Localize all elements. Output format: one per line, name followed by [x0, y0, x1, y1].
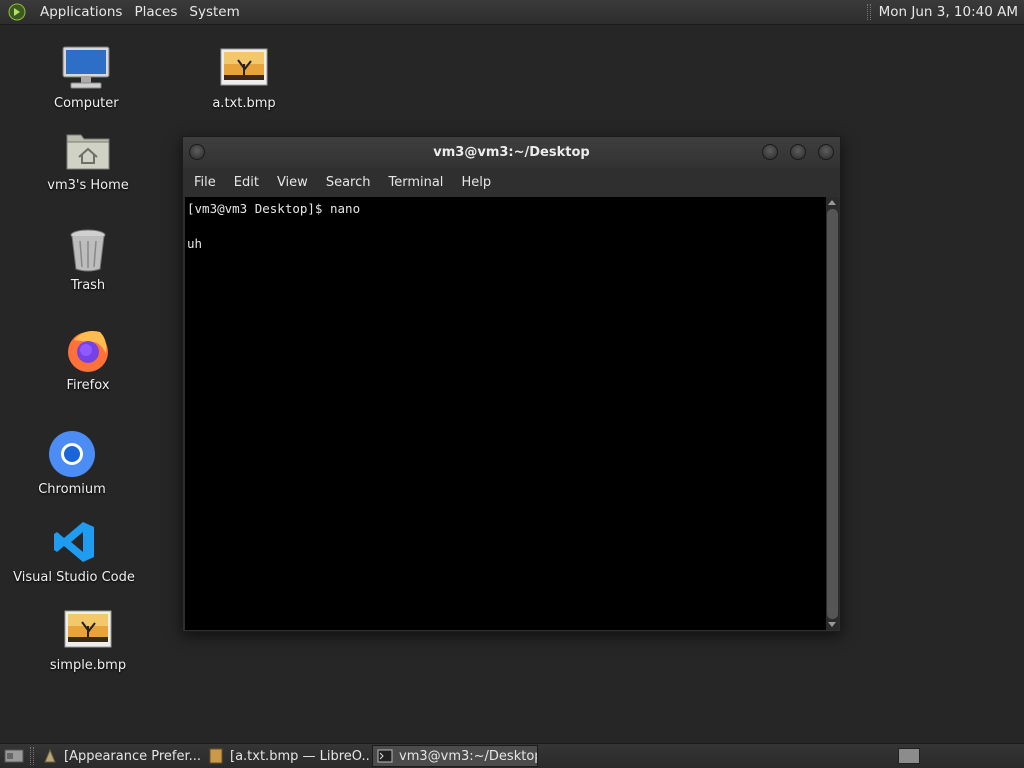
clock[interactable]: Mon Jun 3, 10:40 AM: [879, 4, 1024, 20]
desktop-icon-label: Firefox: [66, 378, 110, 393]
computer-icon: [60, 44, 112, 92]
desktop-icon-computer[interactable]: Computer: [54, 44, 119, 111]
image-file-icon: [62, 606, 114, 654]
show-desktop-button[interactable]: [2, 746, 26, 766]
terminal-line: uh: [187, 236, 203, 251]
menu-help[interactable]: Help: [452, 175, 500, 190]
desktop-icon-label: a.txt.bmp: [212, 96, 276, 111]
firefox-icon: [62, 326, 114, 374]
terminal-scrollbar[interactable]: [826, 197, 839, 630]
scroll-up-arrow-icon[interactable]: [828, 200, 836, 205]
terminal-icon: [377, 749, 393, 763]
places-menu[interactable]: Places: [128, 4, 183, 20]
image-document-icon: [209, 748, 223, 764]
panel-separator: [30, 747, 34, 765]
minimize-button[interactable]: [762, 144, 778, 160]
desktop-icon-firefox[interactable]: Firefox: [48, 326, 128, 393]
terminal-titlebar[interactable]: vm3@vm3:~/Desktop: [183, 137, 840, 168]
applications-menu[interactable]: Applications: [34, 4, 128, 20]
taskbar-item-libreoffice[interactable]: [a.txt.bmp — LibreO...: [204, 745, 370, 767]
scrollbar-thumb[interactable]: [827, 209, 838, 619]
image-file-icon: [218, 44, 270, 92]
chromium-icon: [46, 430, 98, 478]
trash-icon: [62, 226, 114, 274]
terminal-menubar: File Edit View Search Terminal Help: [183, 168, 840, 196]
desktop-icon-label: vm3's Home: [47, 178, 129, 193]
menu-terminal[interactable]: Terminal: [379, 175, 452, 190]
desktop-icon-home[interactable]: vm3's Home: [47, 126, 129, 193]
home-folder-icon: [62, 126, 114, 174]
menu-view[interactable]: View: [268, 175, 317, 190]
desktop-icon-chromium[interactable]: Chromium: [32, 430, 112, 497]
desktop-icon-label: simple.bmp: [49, 658, 127, 673]
panel-separator: [866, 4, 871, 20]
desktop-icon-label: Visual Studio Code: [13, 570, 135, 585]
terminal-line: [vm3@vm3 Desktop]$ nano: [187, 201, 361, 216]
terminal-window[interactable]: vm3@vm3:~/Desktop File Edit View Search …: [182, 136, 841, 632]
taskbar-item-terminal[interactable]: vm3@vm3:~/Desktop: [372, 745, 538, 767]
desktop-icon-trash[interactable]: Trash: [48, 226, 128, 293]
menu-file[interactable]: File: [185, 175, 225, 190]
distro-logo-icon[interactable]: [6, 1, 28, 23]
desktop-icon-simple-bmp[interactable]: simple.bmp: [48, 606, 128, 673]
taskbar-item-label: [Appearance Prefer...: [64, 748, 202, 764]
taskbar-item-label: vm3@vm3:~/Desktop: [399, 748, 538, 764]
taskbar-item-label: [a.txt.bmp — LibreO...: [230, 748, 370, 764]
maximize-button[interactable]: [790, 144, 806, 160]
desktop-icon-label: Trash: [70, 278, 106, 293]
taskbar-item-appearance[interactable]: [Appearance Prefer...: [38, 745, 202, 767]
close-button[interactable]: [818, 144, 834, 160]
top-panel: Applications Places System Mon Jun 3, 10…: [0, 0, 1024, 25]
desktop-icon-vscode[interactable]: Visual Studio Code: [13, 518, 135, 585]
menu-edit[interactable]: Edit: [225, 175, 268, 190]
terminal-output[interactable]: [vm3@vm3 Desktop]$ nano uh: [185, 197, 826, 630]
appearance-icon: [44, 748, 56, 763]
bottom-panel: [Appearance Prefer... [a.txt.bmp — Libre…: [0, 743, 1024, 768]
desktop-icon-label: Chromium: [38, 482, 106, 497]
desktop-icon-a-txt-bmp[interactable]: a.txt.bmp: [204, 44, 284, 111]
scroll-down-arrow-icon[interactable]: [828, 622, 836, 627]
menu-search[interactable]: Search: [317, 175, 380, 190]
window-title: vm3@vm3:~/Desktop: [433, 145, 590, 160]
workspace-switcher[interactable]: [898, 748, 920, 764]
vscode-icon: [48, 518, 100, 566]
show-desktop-icon: [4, 749, 24, 763]
desktop-icon-label: Computer: [54, 96, 119, 111]
system-menu[interactable]: System: [183, 4, 245, 20]
